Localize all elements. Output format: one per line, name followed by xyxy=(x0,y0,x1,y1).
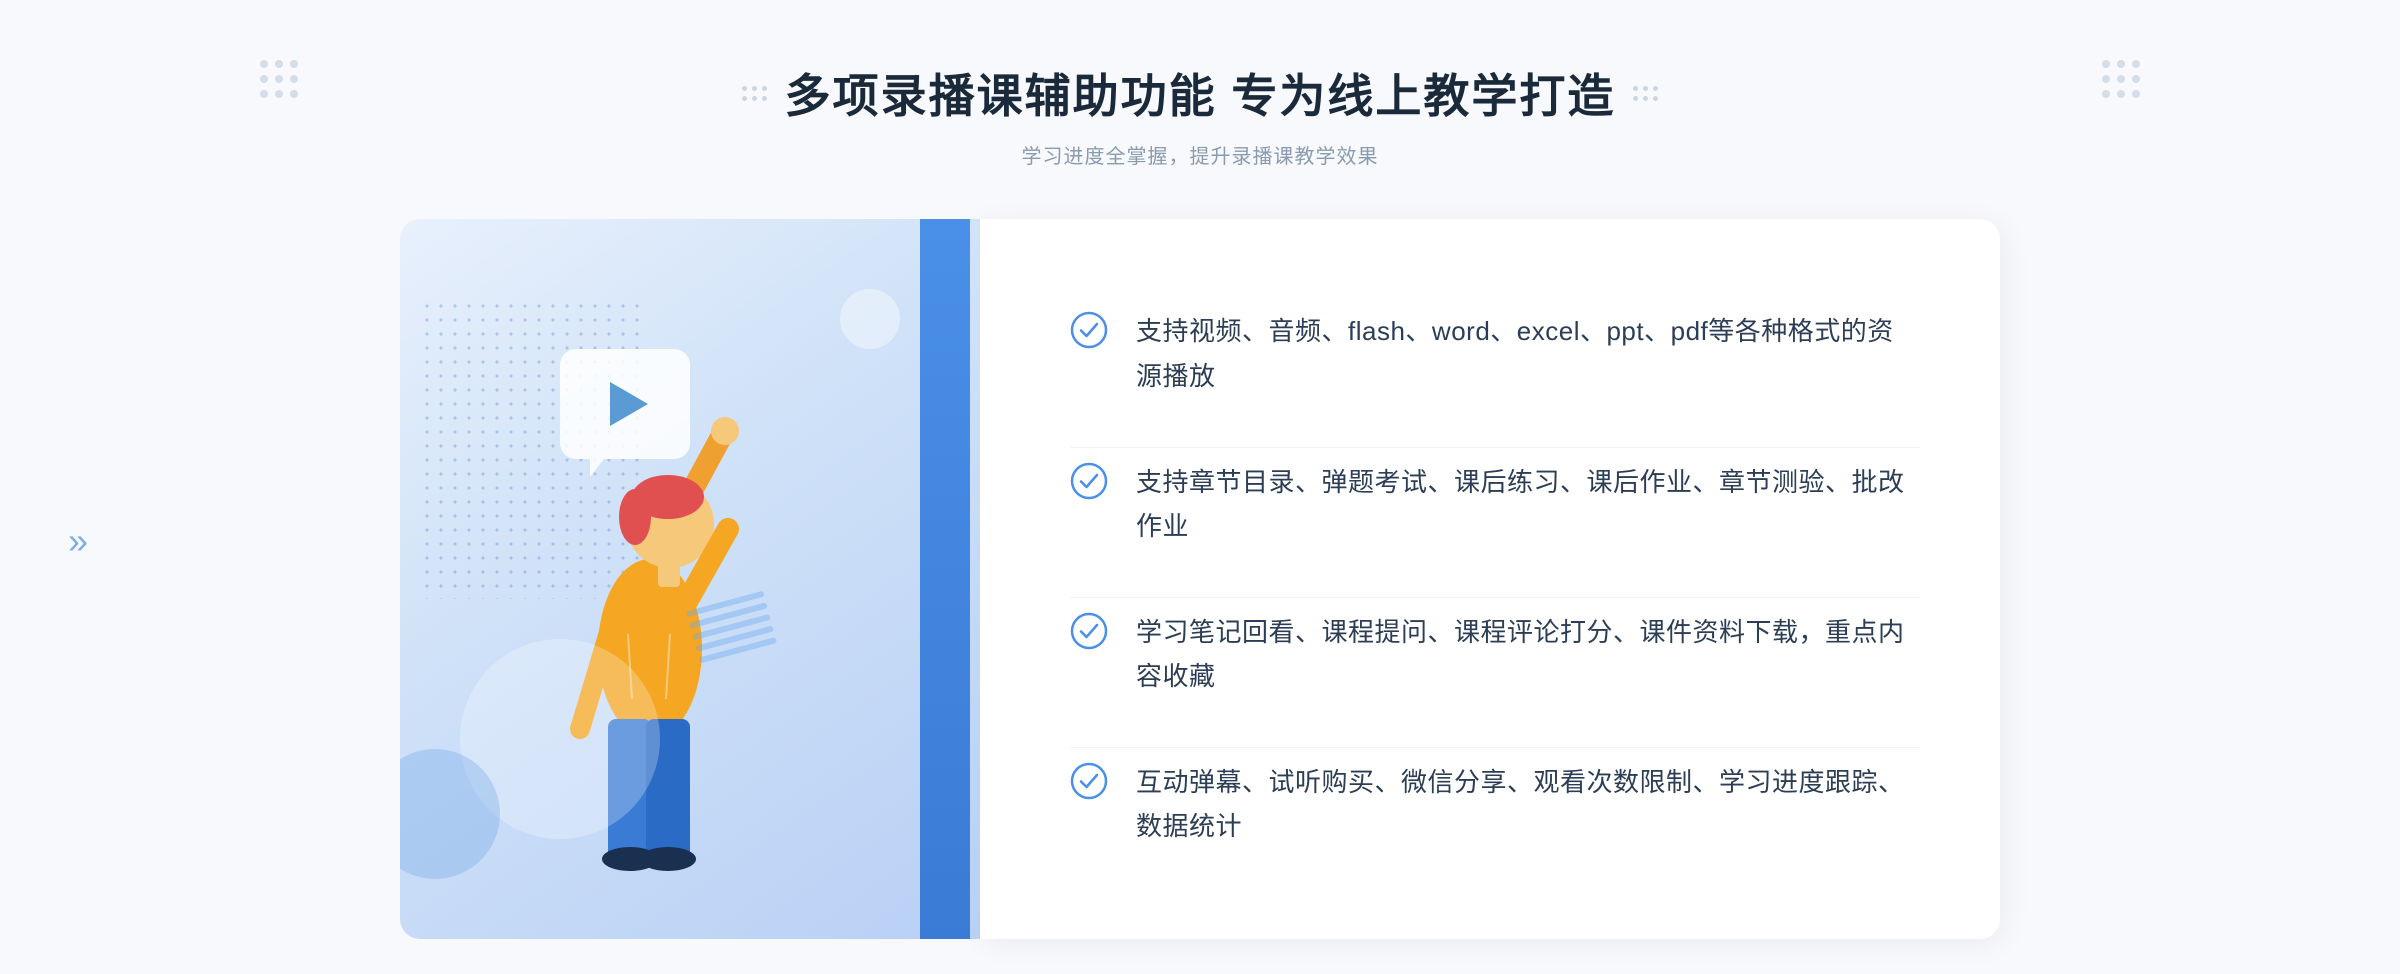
title-right-dots xyxy=(1633,86,1658,101)
check-icon-2 xyxy=(1070,462,1108,500)
top-right-decoration xyxy=(2102,60,2140,98)
feature-item-3: 学习笔记回看、课程提问、课程评论打分、课件资料下载，重点内容收藏 xyxy=(1070,597,1920,710)
feature-text-1: 支持视频、音频、flash、word、excel、ppt、pdf等各种格式的资源… xyxy=(1136,309,1920,397)
features-card: 支持视频、音频、flash、word、excel、ppt、pdf等各种格式的资源… xyxy=(980,219,2000,939)
feature-text-3: 学习笔记回看、课程提问、课程评论打分、课件资料下载，重点内容收藏 xyxy=(1136,610,1920,698)
blue-vertical-bar xyxy=(920,219,970,939)
content-area: 支持视频、音频、flash、word、excel、ppt、pdf等各种格式的资源… xyxy=(400,219,2000,939)
title-left-dots xyxy=(742,86,767,101)
title-row: 多项录播课辅助功能 专为线上教学打造 xyxy=(742,60,1659,126)
left-chevron-decoration: » xyxy=(68,520,88,562)
check-icon-4 xyxy=(1070,762,1108,800)
page-subtitle: 学习进度全掌握，提升录播课教学效果 xyxy=(742,140,1659,169)
feature-text-2: 支持章节目录、弹题考试、课后练习、课后作业、章节测验、批改作业 xyxy=(1136,460,1920,548)
page-title: 多项录播课辅助功能 专为线上教学打造 xyxy=(785,60,1616,126)
deco-circle-top xyxy=(840,289,900,349)
page-wrapper: » 多项录播课辅助功能 专为线上教学打造 学习进度全掌握，提升录播课教学效果 xyxy=(0,0,2400,974)
feature-item-1: 支持视频、音频、flash、word、excel、ppt、pdf等各种格式的资源… xyxy=(1070,297,1920,409)
check-icon-1 xyxy=(1070,311,1108,349)
feature-item-2: 支持章节目录、弹题考试、课后练习、课后作业、章节测验、批改作业 xyxy=(1070,447,1920,560)
top-left-decoration xyxy=(260,60,298,98)
header-section: 多项录播课辅助功能 专为线上教学打造 学习进度全掌握，提升录播课教学效果 xyxy=(742,60,1659,169)
check-icon-3 xyxy=(1070,612,1108,650)
feature-item-4: 互动弹幕、试听购买、微信分享、观看次数限制、学习进度跟踪、数据统计 xyxy=(1070,747,1920,860)
illustration-card xyxy=(400,219,980,939)
feature-text-4: 互动弹幕、试听购买、微信分享、观看次数限制、学习进度跟踪、数据统计 xyxy=(1136,760,1920,848)
